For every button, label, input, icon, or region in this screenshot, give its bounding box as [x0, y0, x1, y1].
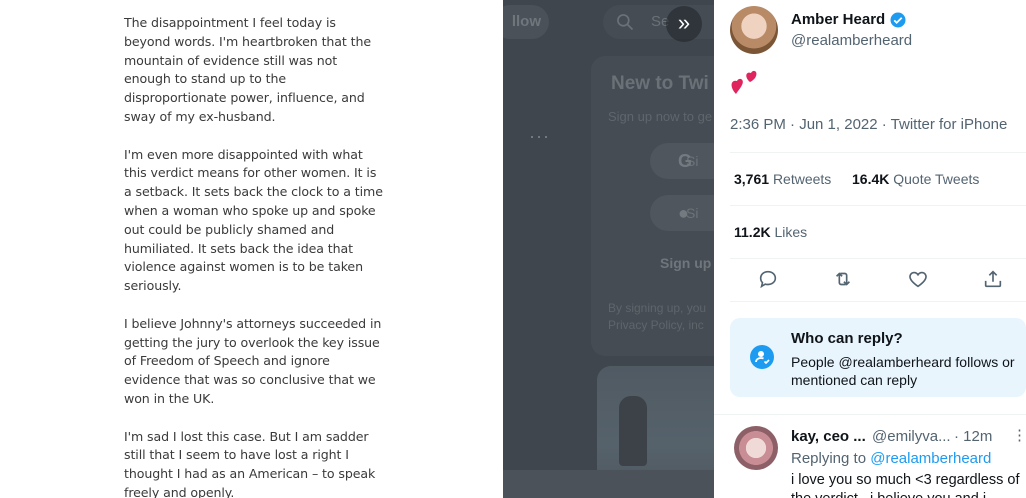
follow-button: llow — [503, 5, 549, 39]
like-icon[interactable] — [907, 268, 931, 292]
chevron-right-double-icon[interactable]: » — [666, 6, 702, 42]
person-check-icon — [750, 345, 774, 369]
statement-image: The disappointment I feel today is beyon… — [0, 0, 503, 498]
retweet-icon[interactable] — [832, 268, 856, 292]
tweet-panel: Amber Heard @realamberheard 2:36 PM · Ju… — [714, 0, 1026, 498]
search-icon — [617, 14, 634, 31]
reply-text: i love you so much <3 regardless of the … — [791, 471, 1026, 498]
divider — [730, 152, 1026, 153]
statement-paragraph-1: The disappointment I feel today is beyon… — [124, 15, 372, 124]
tweet-body — [730, 68, 760, 106]
statement-paragraph-2: I'm even more disappointed with what thi… — [124, 146, 383, 294]
apple-signup-button: ● Si — [650, 195, 714, 231]
reply-text-line-2: the verdict , i believe you and i — [791, 490, 1026, 498]
google-signup-button: G Si — [650, 143, 714, 179]
author-avatar[interactable] — [730, 6, 778, 54]
like-stats[interactable]: 11.2K Likes — [734, 224, 807, 240]
replying-to: Replying to @realamberheard — [791, 450, 991, 467]
signup-subtitle: Sign up now to ge — [608, 109, 713, 124]
author-name[interactable]: Amber Heard — [791, 11, 885, 28]
replying-to-link[interactable]: @realamberheard — [870, 450, 991, 467]
statement-paragraph-4: I'm sad I lost this case. But I am sadde… — [124, 428, 376, 498]
who-can-reply-box: Who can reply? People @realamberheard fo… — [730, 318, 1026, 397]
retweet-stats[interactable]: 3,761 Retweets — [734, 171, 831, 187]
reply-timestamp[interactable]: · 12m — [954, 428, 992, 445]
statement-paragraph-3: I believe Johnny's attorneys succeeded i… — [124, 315, 382, 406]
divider — [730, 301, 1026, 302]
reply-author-name[interactable]: kay, ceo ... — [791, 428, 866, 445]
terms-text: By signing up, you Privacy Policy, inc — [608, 301, 707, 332]
hearts-emoji-icon — [731, 70, 757, 94]
divider — [730, 205, 1026, 206]
google-icon: G — [678, 151, 693, 171]
dimmed-backdrop[interactable]: llow Se ··· New to Twi Sign up now to ge… — [503, 0, 714, 498]
new-to-twitter-heading: New to Twi — [611, 73, 709, 94]
quote-stats[interactable]: 16.4K Quote Tweets — [852, 171, 979, 187]
more-icon: ··· — [529, 126, 550, 146]
likes-label: Likes — [774, 224, 808, 240]
likes-count: 11.2K — [734, 224, 771, 240]
who-can-reply-title: Who can reply? — [791, 330, 903, 347]
replying-prefix: Replying to — [791, 450, 867, 467]
quotes-label: Quote Tweets — [893, 171, 980, 187]
reply-text-line-1: i love you so much <3 regardless of — [791, 472, 1020, 488]
reply-avatar[interactable] — [734, 426, 778, 470]
divider — [730, 258, 1026, 259]
author-handle[interactable]: @realamberheard — [791, 32, 912, 49]
verified-badge-icon — [890, 12, 906, 28]
retweets-count: 3,761 — [734, 171, 770, 187]
tweet-timestamp[interactable]: 2:36 PM · Jun 1, 2022 · Twitter for iPho… — [730, 116, 1007, 133]
reply-tweet[interactable]: kay, ceo ... @emilyva... · 12m ⋮ Replyin… — [714, 414, 1026, 498]
bottom-bar — [503, 470, 714, 498]
who-can-reply-description: People @realamberheard follows or mentio… — [791, 354, 1015, 388]
more-icon[interactable]: ⋮ — [1012, 426, 1026, 444]
quotes-count: 16.4K — [852, 171, 890, 187]
signup-link: Sign up — [660, 255, 712, 271]
share-icon[interactable] — [982, 268, 1006, 292]
statement-text: The disappointment I feel today is beyon… — [124, 14, 384, 498]
retweets-label: Retweets — [772, 171, 832, 187]
reply-author-handle[interactable]: @emilyva... — [872, 428, 951, 445]
media-card-figure — [619, 396, 647, 466]
reply-icon[interactable] — [757, 268, 781, 292]
apple-icon: ● — [678, 203, 689, 223]
